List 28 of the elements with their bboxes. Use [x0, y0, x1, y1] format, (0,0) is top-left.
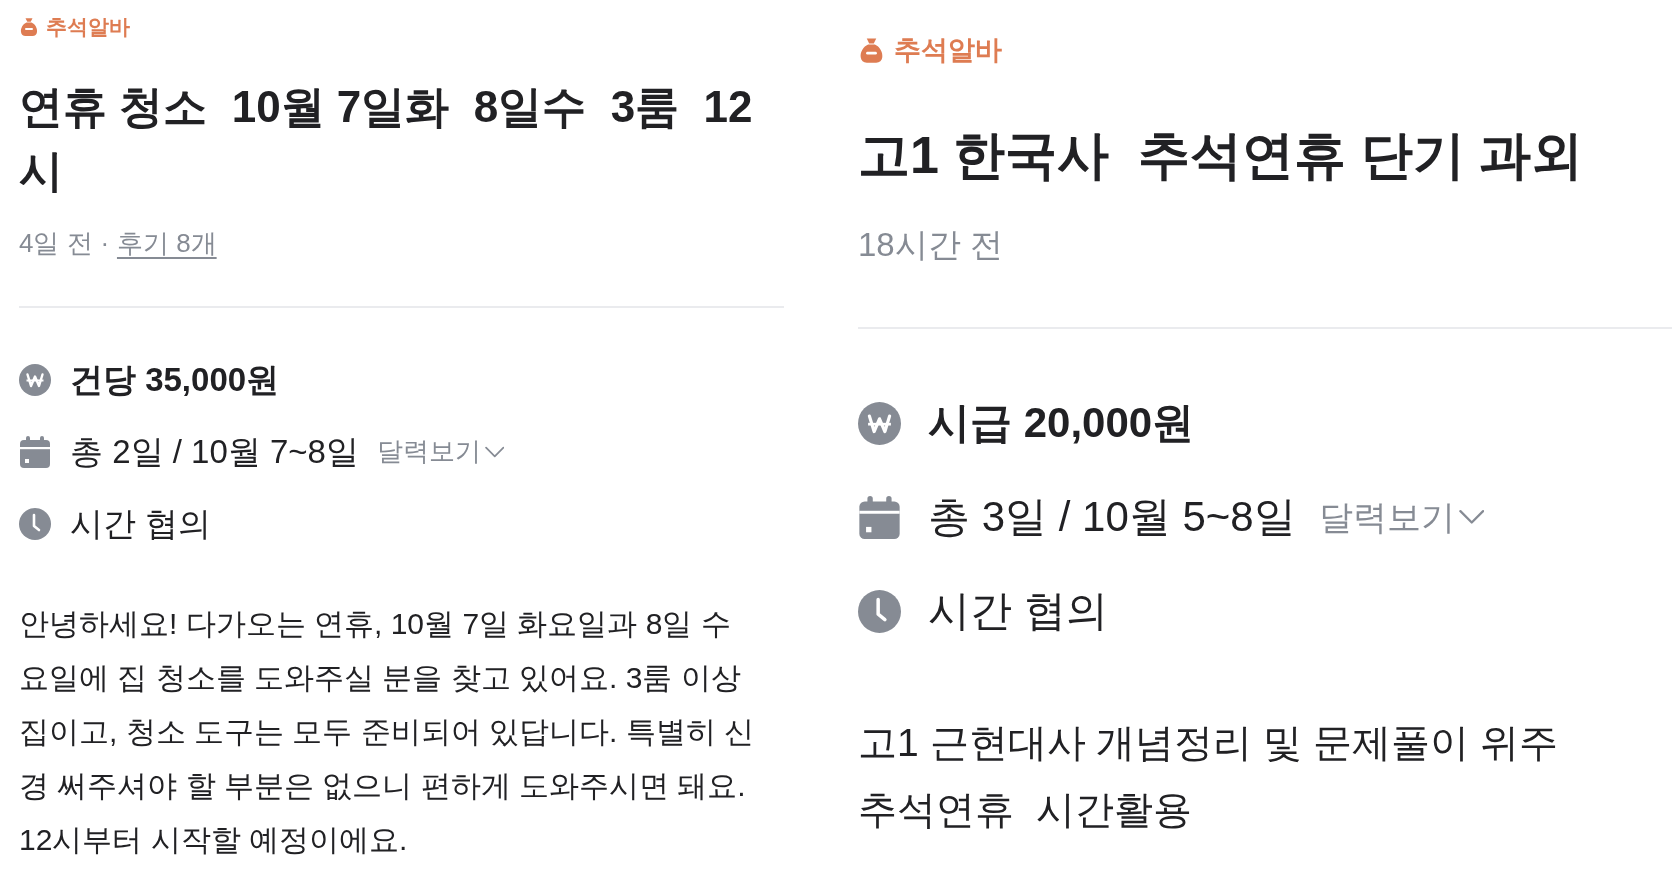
category-label: 추석알바	[46, 14, 131, 40]
money-bag-icon	[858, 36, 885, 64]
post-title: 고1 한국사 추석연휴 단기 과외	[858, 125, 1585, 186]
calendar-toggle[interactable]: 달력보기	[1318, 496, 1485, 538]
work-hours-text: 시간 협의	[928, 585, 1108, 636]
chevron-down-icon	[1458, 509, 1485, 525]
money-bag-icon	[19, 17, 39, 37]
date-range-text: 총 3일 / 10월 5~8일	[928, 491, 1296, 542]
calendar-icon	[858, 495, 901, 539]
clock-icon	[858, 589, 901, 633]
calendar-icon	[19, 436, 51, 468]
category-label: 추석알바	[894, 33, 1003, 67]
post-title: 연휴 청소 10월 7일화 8일수 3룸 12시	[19, 81, 754, 197]
reviews-link[interactable]: 후기 8개	[116, 226, 217, 260]
date-range-text: 총 2일 / 10월 7~8일	[70, 432, 359, 472]
clock-icon	[19, 508, 51, 540]
won-coin-icon	[19, 364, 51, 396]
work-hours-text: 시간 협의	[70, 504, 212, 544]
calendar-toggle[interactable]: 달력보기	[376, 436, 505, 468]
won-coin-icon	[858, 401, 901, 445]
pay-text: 시급 20,000원	[928, 397, 1195, 448]
post-description: 안녕하세요! 다가오는 연휴, 10월 7일 화요일과 8일 수요일에 집 청소를 도와주실 분을 찾고 있어요. 3룸 이상 집이고, 청소 도구는 모두 준비되어 있답니다. 특별히 신경 써주셔야 할 부분은 없으니 편하게 도와주시면 돼요. 12시부터 시작할 예정이에요.	[19, 606, 755, 858]
post-description: 고1 근현대사 개념정리 및 문제풀이 위주 추석연휴 시간활용	[858, 720, 1559, 833]
pay-text: 건당 35,000원	[70, 360, 280, 400]
chevron-down-icon	[484, 446, 505, 458]
posted-time: 18시간 전	[858, 225, 1003, 265]
separator-dot: ·	[100, 227, 110, 260]
posted-time: 4일 전	[19, 227, 93, 260]
